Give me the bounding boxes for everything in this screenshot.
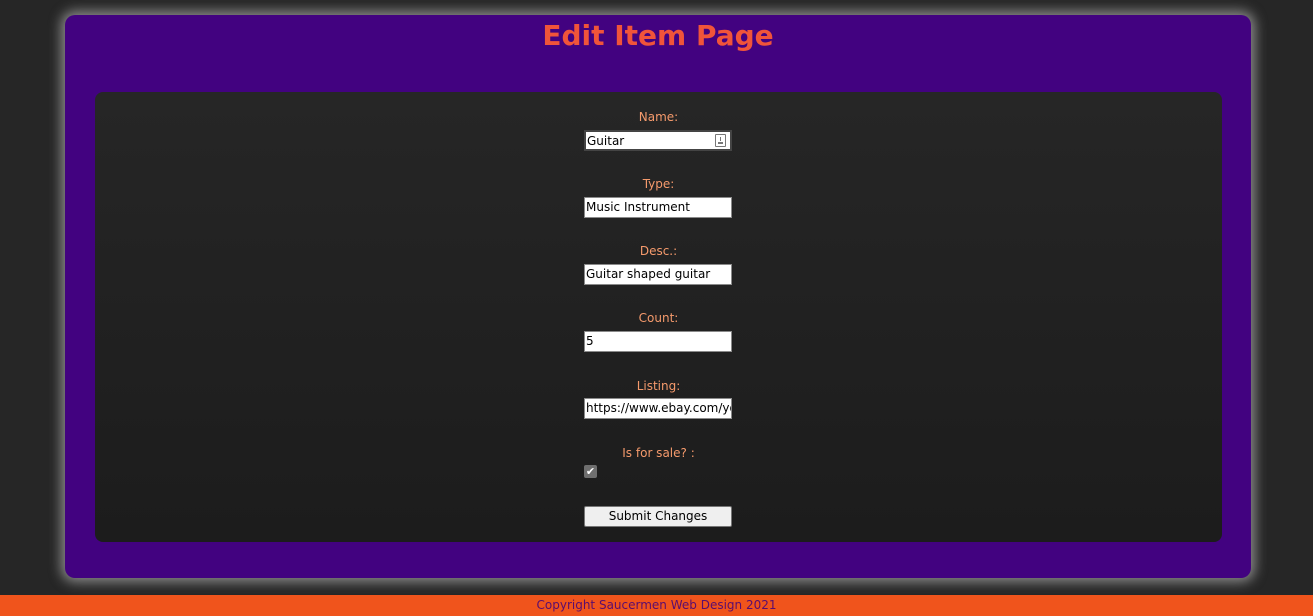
edit-item-form: Name: Guitar Type: Music Instrument Desc… [95,92,1222,542]
type-field: Type: Music Instrument [95,177,1222,218]
desc-field: Desc.: Guitar shaped guitar [95,244,1222,285]
name-input[interactable]: Guitar [584,130,732,151]
name-field: Name: Guitar [95,110,1222,151]
desc-label: Desc.: [639,244,678,258]
name-input-value: Guitar [587,134,625,148]
submit-changes-button[interactable]: Submit Changes [584,506,732,527]
desc-input[interactable]: Guitar shaped guitar [584,264,732,285]
count-field: Count: 5 [95,311,1222,352]
footer: Copyright Saucermen Web Design 2021 [0,595,1313,616]
count-label: Count: [638,311,679,325]
type-input[interactable]: Music Instrument [584,197,732,218]
for-sale-checkbox[interactable]: ✔ [584,465,597,478]
listing-field: Listing: https://www.ebay.com/your [95,379,1222,419]
for-sale-label: Is for sale? : [622,446,695,460]
listing-input[interactable]: https://www.ebay.com/your [584,398,732,419]
page-title: Edit Item Page [542,19,774,52]
autofill-contact-icon[interactable] [715,134,726,147]
type-label: Type: [642,177,675,191]
copyright-text: Copyright Saucermen Web Design 2021 [536,598,777,612]
main-panel: Edit Item Page Name: Guitar Type: Music … [65,15,1251,578]
count-input[interactable]: 5 [584,331,732,352]
listing-label: Listing: [636,379,681,393]
name-label: Name: [638,110,679,124]
for-sale-field: Is for sale? : ✔ [95,446,1222,478]
checkmark-icon: ✔ [585,465,596,478]
